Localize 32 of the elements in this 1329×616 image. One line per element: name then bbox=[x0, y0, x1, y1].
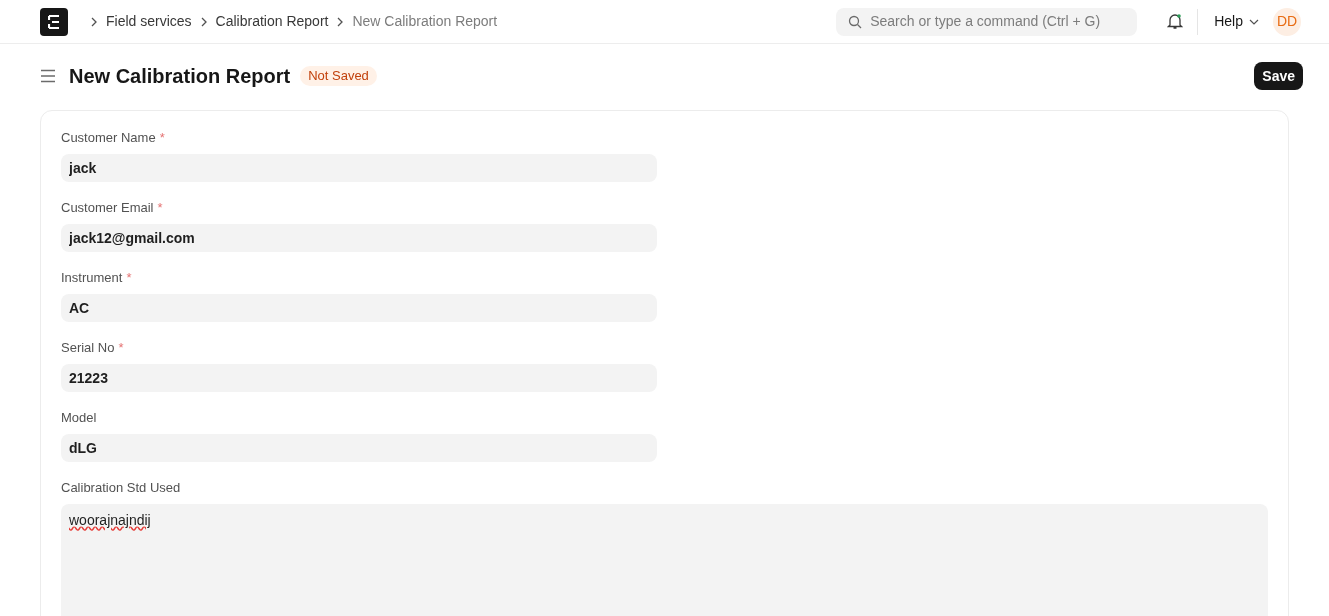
input-field[interactable]: jack12@gmail.com bbox=[61, 224, 657, 252]
status-badge: Not Saved bbox=[300, 66, 377, 86]
field-label: Model bbox=[61, 409, 97, 428]
required-marker: * bbox=[157, 199, 163, 218]
chevron-right-icon bbox=[199, 16, 208, 27]
input-field[interactable]: jack bbox=[61, 154, 657, 182]
field-label: Customer Email bbox=[61, 199, 154, 218]
search-icon bbox=[848, 14, 863, 29]
menu-icon[interactable] bbox=[40, 69, 56, 83]
textarea-field[interactable]: woorajnajndij bbox=[61, 504, 1268, 616]
save-button[interactable]: Save bbox=[1254, 62, 1303, 90]
chevron-right-icon bbox=[336, 16, 345, 27]
breadcrumb-link[interactable]: Calibration Report bbox=[215, 11, 329, 32]
app-logo[interactable] bbox=[40, 7, 68, 36]
field-label: Customer Name bbox=[61, 129, 156, 148]
input-field[interactable]: dLG bbox=[61, 434, 657, 462]
breadcrumb-link[interactable]: Field services bbox=[106, 11, 192, 32]
field-label: Calibration Std Used bbox=[61, 479, 181, 498]
bell-icon[interactable] bbox=[1167, 13, 1184, 30]
chevron-right-icon bbox=[90, 16, 98, 27]
required-marker: * bbox=[118, 339, 124, 358]
field-label: Instrument bbox=[61, 269, 123, 288]
required-marker: * bbox=[159, 129, 165, 148]
input-field[interactable]: 21223 bbox=[61, 364, 657, 392]
required-marker: * bbox=[126, 269, 132, 288]
chevron-down-icon bbox=[1249, 18, 1259, 25]
breadcrumb-link[interactable]: New Calibration Report bbox=[352, 11, 498, 32]
input-field[interactable]: AC bbox=[61, 294, 657, 322]
page-title: New Calibration Report bbox=[69, 64, 291, 89]
help-dropdown[interactable]: Help bbox=[1214, 11, 1259, 32]
search-field[interactable]: Search or type a command (Ctrl + G) bbox=[836, 7, 1138, 36]
field-label: Serial No bbox=[61, 339, 115, 358]
